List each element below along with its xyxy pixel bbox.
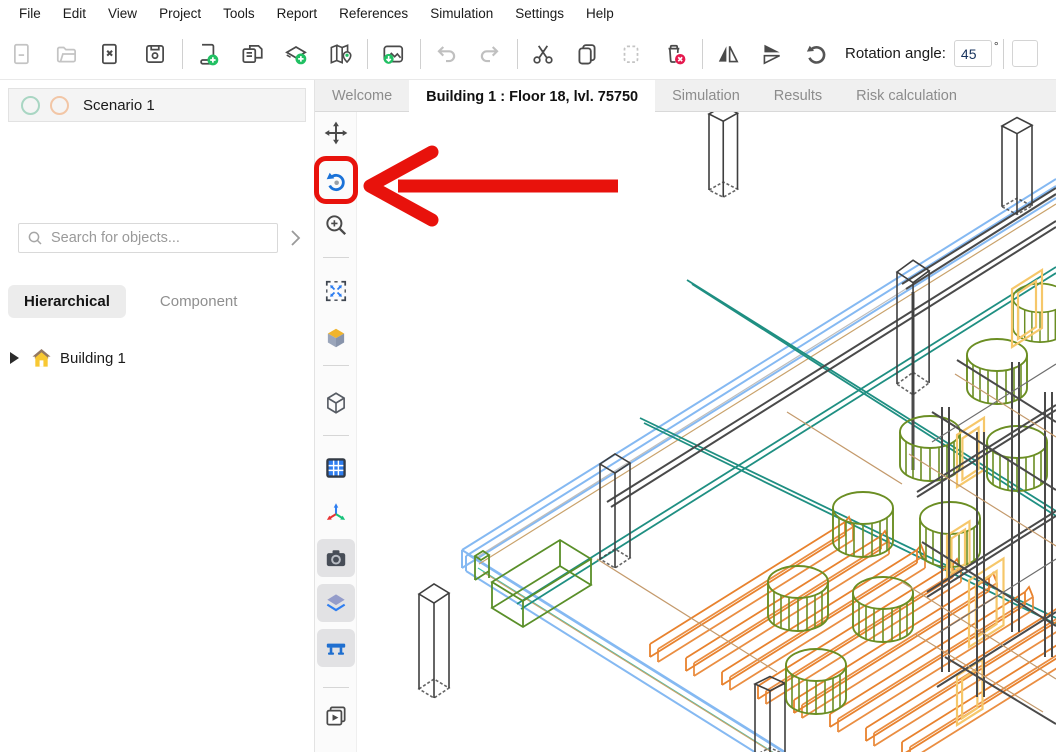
object-search[interactable]	[18, 223, 278, 253]
mirror-horizontal-icon[interactable]	[711, 37, 745, 71]
tab-simulation[interactable]: Simulation	[655, 80, 757, 112]
add-scenario-icon[interactable]	[191, 37, 225, 71]
table-icon	[323, 635, 349, 661]
rotate-icon	[323, 168, 349, 194]
wireframe-view-button[interactable]	[318, 385, 354, 421]
copy-icon[interactable]	[570, 37, 604, 71]
menu-edit[interactable]: Edit	[52, 0, 97, 28]
search-input[interactable]	[51, 230, 269, 246]
paste-icon[interactable]	[614, 37, 648, 71]
toolbar-separator	[182, 39, 183, 69]
rotate-tool-button[interactable]	[318, 163, 354, 199]
menu-references[interactable]: References	[328, 0, 419, 28]
tool-separator	[323, 435, 349, 436]
tab-results[interactable]: Results	[757, 80, 839, 112]
new-document-icon[interactable]	[6, 37, 40, 71]
axes-toggle-button[interactable]	[318, 495, 354, 531]
interior-walls	[517, 267, 1056, 624]
scenario-label: Scenario 1	[83, 97, 155, 114]
expander-icon[interactable]	[10, 352, 19, 364]
rotate-selection-icon[interactable]	[799, 37, 833, 71]
mirror-vertical-icon[interactable]	[755, 37, 789, 71]
map-location-icon[interactable]	[323, 37, 357, 71]
menu-project[interactable]: Project	[148, 0, 212, 28]
tree-item-building[interactable]: Building 1	[0, 343, 315, 373]
screenshot-button[interactable]	[317, 539, 355, 577]
tab-risk-calculation[interactable]: Risk calculation	[839, 80, 974, 112]
zoom-in-icon	[323, 212, 349, 238]
menu-settings[interactable]: Settings	[504, 0, 575, 28]
tab-component[interactable]: Component	[144, 285, 254, 318]
menu-help[interactable]: Help	[575, 0, 625, 28]
camera-icon	[323, 545, 349, 571]
scenario-status-circle-teal	[21, 96, 40, 115]
save-icon[interactable]	[138, 37, 172, 71]
toolbar-separator	[1003, 39, 1004, 69]
furniture-button[interactable]	[317, 629, 355, 667]
search-icon	[27, 230, 43, 246]
tab-building-floor[interactable]: Building 1 : Floor 18, lvl. 75750	[409, 80, 655, 113]
toolbar-separator	[367, 39, 368, 69]
menu-bar: File Edit View Project Tools Report Refe…	[0, 0, 1056, 28]
viewport-3d[interactable]	[357, 112, 1056, 752]
toolbar-separator	[420, 39, 421, 69]
menu-tools[interactable]: Tools	[212, 0, 266, 28]
layers-button[interactable]	[317, 584, 355, 622]
toolbar-separator	[517, 39, 518, 69]
axes-icon	[323, 500, 349, 526]
fit-to-view-button[interactable]	[318, 273, 354, 309]
structural-beams	[607, 188, 1056, 507]
tree-item-label: Building 1	[60, 350, 126, 367]
import-image-icon[interactable]	[376, 37, 410, 71]
solid-view-button[interactable]	[318, 320, 354, 356]
pallet-racks	[650, 517, 1056, 752]
chevron-right-icon	[290, 229, 301, 247]
viewport-canvas	[357, 112, 1056, 752]
cut-icon[interactable]	[526, 37, 560, 71]
add-plan-icon[interactable]	[279, 37, 313, 71]
toolbar-input-partial[interactable]	[1012, 40, 1038, 67]
open-project-icon[interactable]	[50, 37, 84, 71]
layers-icon	[323, 590, 349, 616]
move-icon	[323, 120, 349, 146]
tool-separator	[323, 365, 349, 366]
undo-icon[interactable]	[429, 37, 463, 71]
wireframe-cube-icon	[323, 390, 349, 416]
tab-welcome[interactable]: Welcome	[315, 80, 409, 112]
application-window: File Edit View Project Tools Report Refe…	[0, 0, 1056, 752]
degree-symbol: °	[994, 39, 999, 53]
copy-view-icon	[323, 703, 349, 729]
duplicate-scenario-icon[interactable]	[235, 37, 269, 71]
tab-hierarchical[interactable]: Hierarchical	[8, 285, 126, 318]
scenario-status-circle-peach	[50, 96, 69, 115]
scenario-item[interactable]: Scenario 1	[8, 88, 306, 122]
tool-separator	[323, 257, 349, 258]
scenario-sidebar: Scenario 1 Hierarchical Component Buildi…	[0, 80, 315, 752]
fit-to-view-icon	[323, 278, 349, 304]
building-icon	[31, 348, 52, 368]
solid-cube-icon	[323, 325, 349, 351]
copy-view-button[interactable]	[318, 698, 354, 734]
grid-icon	[323, 455, 349, 481]
tool-separator	[323, 687, 349, 688]
redo-icon[interactable]	[473, 37, 507, 71]
close-document-icon[interactable]	[94, 37, 128, 71]
menu-report[interactable]: Report	[266, 0, 329, 28]
rotation-angle-label: Rotation angle:	[845, 45, 946, 62]
grid-toggle-button[interactable]	[318, 450, 354, 486]
rotation-angle-input[interactable]	[954, 40, 992, 67]
delete-icon[interactable]	[658, 37, 692, 71]
document-tab-bar: Welcome Building 1 : Floor 18, lvl. 7575…	[315, 80, 1056, 112]
move-tool-button[interactable]	[318, 115, 354, 151]
menu-view[interactable]: View	[97, 0, 148, 28]
toolbar-separator	[702, 39, 703, 69]
tree-view-tabs: Hierarchical Component	[8, 283, 253, 319]
main-toolbar: Rotation angle: °	[0, 28, 1056, 80]
menu-simulation[interactable]: Simulation	[419, 0, 504, 28]
menu-file[interactable]: File	[8, 0, 52, 28]
search-expand-chevron[interactable]	[285, 226, 305, 250]
zoom-tool-button[interactable]	[318, 207, 354, 243]
